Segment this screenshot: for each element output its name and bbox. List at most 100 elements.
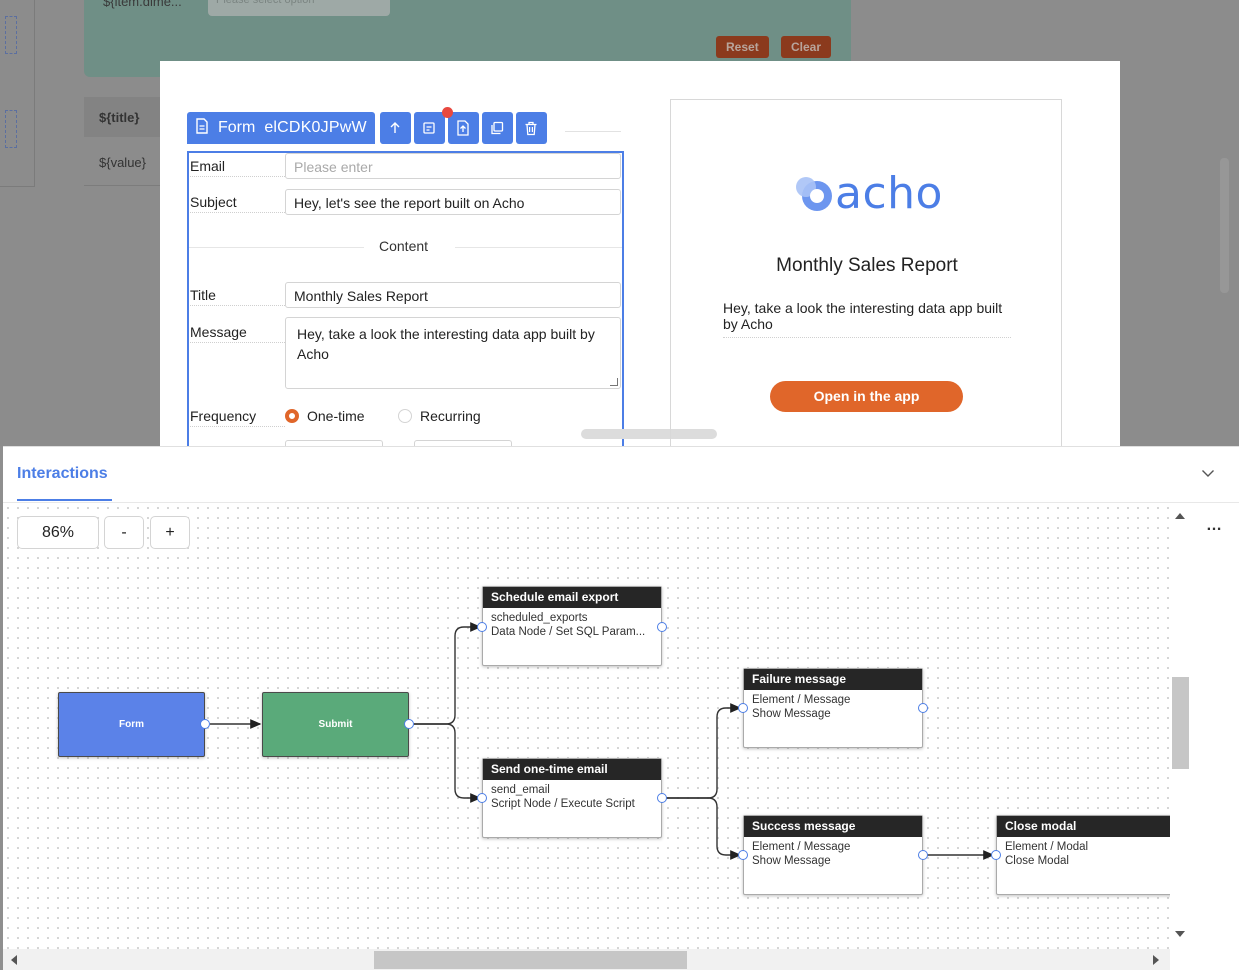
element-toolbar: Form elCDK0JPwW bbox=[187, 112, 547, 144]
canvas-vertical-scrollbar[interactable] bbox=[1170, 503, 1192, 949]
output-port[interactable] bbox=[657, 793, 667, 803]
node-label: Form bbox=[119, 719, 144, 730]
table-header: ${title} bbox=[84, 97, 164, 137]
node-label: Submit bbox=[318, 719, 353, 730]
flow-canvas[interactable]: 86% - + Form Submit Schedule email expor… bbox=[3, 503, 1170, 949]
delete-button[interactable] bbox=[515, 112, 547, 144]
radio-label: Recurring bbox=[420, 408, 481, 424]
content-heading: Content bbox=[379, 238, 429, 254]
title-input[interactable]: Monthly Sales Report bbox=[285, 282, 621, 308]
flow-node-failure-message[interactable]: Failure message Element / Message Show M… bbox=[743, 668, 923, 748]
node-subtitle: send_email bbox=[491, 784, 550, 796]
notification-dot bbox=[442, 107, 453, 118]
frequency-row: Frequency One-time Recurring bbox=[189, 405, 622, 429]
scroll-up-icon[interactable] bbox=[1175, 513, 1185, 519]
title-row: Title Monthly Sales Report bbox=[189, 282, 622, 310]
logo-text: acho bbox=[835, 167, 943, 219]
flow-node-send-one-time-email[interactable]: Send one-time email send_email Script No… bbox=[482, 758, 662, 838]
node-subtitle: Element / Message bbox=[752, 694, 851, 706]
input-port[interactable] bbox=[477, 622, 487, 632]
filter-label: ${item.dime... bbox=[103, 0, 182, 9]
radio-selected-icon bbox=[285, 409, 299, 423]
scroll-thumb[interactable] bbox=[374, 951, 687, 969]
scroll-left-icon[interactable] bbox=[11, 955, 17, 965]
subject-row: Subject Hey, let's see the report built … bbox=[189, 189, 622, 217]
edge-send-success bbox=[666, 797, 742, 860]
duplicate-button[interactable] bbox=[481, 112, 513, 144]
input-port[interactable] bbox=[477, 793, 487, 803]
node-title: Schedule email export bbox=[483, 587, 661, 608]
duplicate-icon bbox=[490, 121, 504, 135]
preview-message: Hey, take a look the interesting data ap… bbox=[723, 300, 1011, 338]
output-port[interactable] bbox=[200, 719, 210, 729]
frequency-label: Frequency bbox=[190, 408, 285, 427]
input-port[interactable] bbox=[738, 703, 748, 713]
move-up-button[interactable] bbox=[379, 112, 411, 144]
interactions-panel: Interactions … 86% - + Form Submit Sched… bbox=[3, 446, 1239, 970]
flow-node-form[interactable]: Form bbox=[58, 692, 205, 757]
message-text: Hey, take a look the interesting data ap… bbox=[297, 326, 595, 362]
filter-select[interactable]: Please select option bbox=[208, 0, 390, 16]
canvas-horizontal-scrollbar[interactable] bbox=[3, 949, 1170, 970]
element-id: elCDK0JPwW bbox=[264, 119, 367, 136]
chevron-down-icon[interactable] bbox=[1201, 465, 1215, 483]
divider-line bbox=[189, 247, 364, 248]
node-title: Send one-time email bbox=[483, 759, 661, 780]
more-options-icon[interactable]: … bbox=[1206, 517, 1223, 535]
flow-node-close-modal[interactable]: Close modal Element / Modal Close Modal bbox=[996, 815, 1170, 895]
side-panel bbox=[0, 0, 35, 187]
tab-interactions[interactable]: Interactions bbox=[17, 465, 108, 483]
node-action: Data Node / Set SQL Param... bbox=[491, 626, 646, 638]
form-element-tag[interactable]: Form elCDK0JPwW bbox=[187, 112, 375, 144]
scroll-right-icon[interactable] bbox=[1153, 955, 1159, 965]
scroll-down-icon[interactable] bbox=[1175, 931, 1185, 937]
scroll-thumb[interactable] bbox=[1172, 677, 1189, 769]
divider bbox=[565, 131, 621, 132]
node-action: Show Message bbox=[752, 855, 831, 867]
node-subtitle: Element / Modal bbox=[1005, 841, 1089, 853]
divider-line bbox=[455, 247, 622, 248]
reset-button[interactable]: Reset bbox=[716, 36, 769, 58]
flow-node-submit[interactable]: Submit bbox=[262, 692, 409, 757]
form-settings-icon bbox=[422, 121, 436, 135]
radio-unselected-icon bbox=[398, 409, 412, 423]
node-subtitle: Element / Message bbox=[752, 841, 851, 853]
radio-label: One-time bbox=[307, 408, 365, 424]
edge-submit-schedule bbox=[414, 622, 482, 725]
node-action: Close Modal bbox=[1005, 855, 1069, 867]
page-scrollbar[interactable] bbox=[1220, 158, 1229, 293]
flow-node-success-message[interactable]: Success message Element / Message Show M… bbox=[743, 815, 923, 895]
tab-indicator bbox=[17, 499, 112, 501]
acho-logo-mark bbox=[796, 177, 832, 211]
export-button[interactable] bbox=[447, 112, 479, 144]
output-port[interactable] bbox=[918, 703, 928, 713]
form-label: Form bbox=[218, 119, 256, 136]
email-preview: acho Monthly Sales Report Hey, take a lo… bbox=[670, 99, 1062, 446]
resize-handle-icon[interactable] bbox=[610, 378, 618, 386]
node-title: Close modal bbox=[997, 816, 1170, 837]
preview-title: Monthly Sales Report bbox=[776, 255, 958, 276]
flow-node-schedule-email-export[interactable]: Schedule email export scheduled_exports … bbox=[482, 586, 662, 666]
node-action: Show Message bbox=[752, 708, 831, 720]
radio-one-time[interactable]: One-time bbox=[285, 408, 365, 424]
email-form: Email Please enter Subject Hey, let's se… bbox=[187, 151, 624, 446]
email-row: Email Please enter bbox=[189, 153, 622, 181]
email-input[interactable]: Please enter bbox=[285, 153, 621, 179]
input-port[interactable] bbox=[991, 850, 1001, 860]
subject-input[interactable]: Hey, let's see the report built on Acho bbox=[285, 189, 621, 215]
acho-logo: acho bbox=[793, 167, 943, 219]
radio-recurring[interactable]: Recurring bbox=[398, 408, 481, 424]
open-in-app-button[interactable]: Open in the app bbox=[770, 381, 963, 412]
placeholder-slot bbox=[5, 16, 17, 54]
output-port[interactable] bbox=[918, 850, 928, 860]
output-port[interactable] bbox=[657, 622, 667, 632]
output-port[interactable] bbox=[404, 719, 414, 729]
trash-icon bbox=[524, 121, 538, 136]
node-title: Success message bbox=[744, 816, 922, 837]
form-settings-button[interactable] bbox=[413, 112, 445, 144]
file-export-icon bbox=[456, 120, 470, 136]
clear-button[interactable]: Clear bbox=[781, 36, 832, 58]
input-port[interactable] bbox=[738, 850, 748, 860]
document-icon bbox=[195, 117, 209, 139]
message-textarea[interactable]: Hey, take a look the interesting data ap… bbox=[285, 317, 621, 389]
